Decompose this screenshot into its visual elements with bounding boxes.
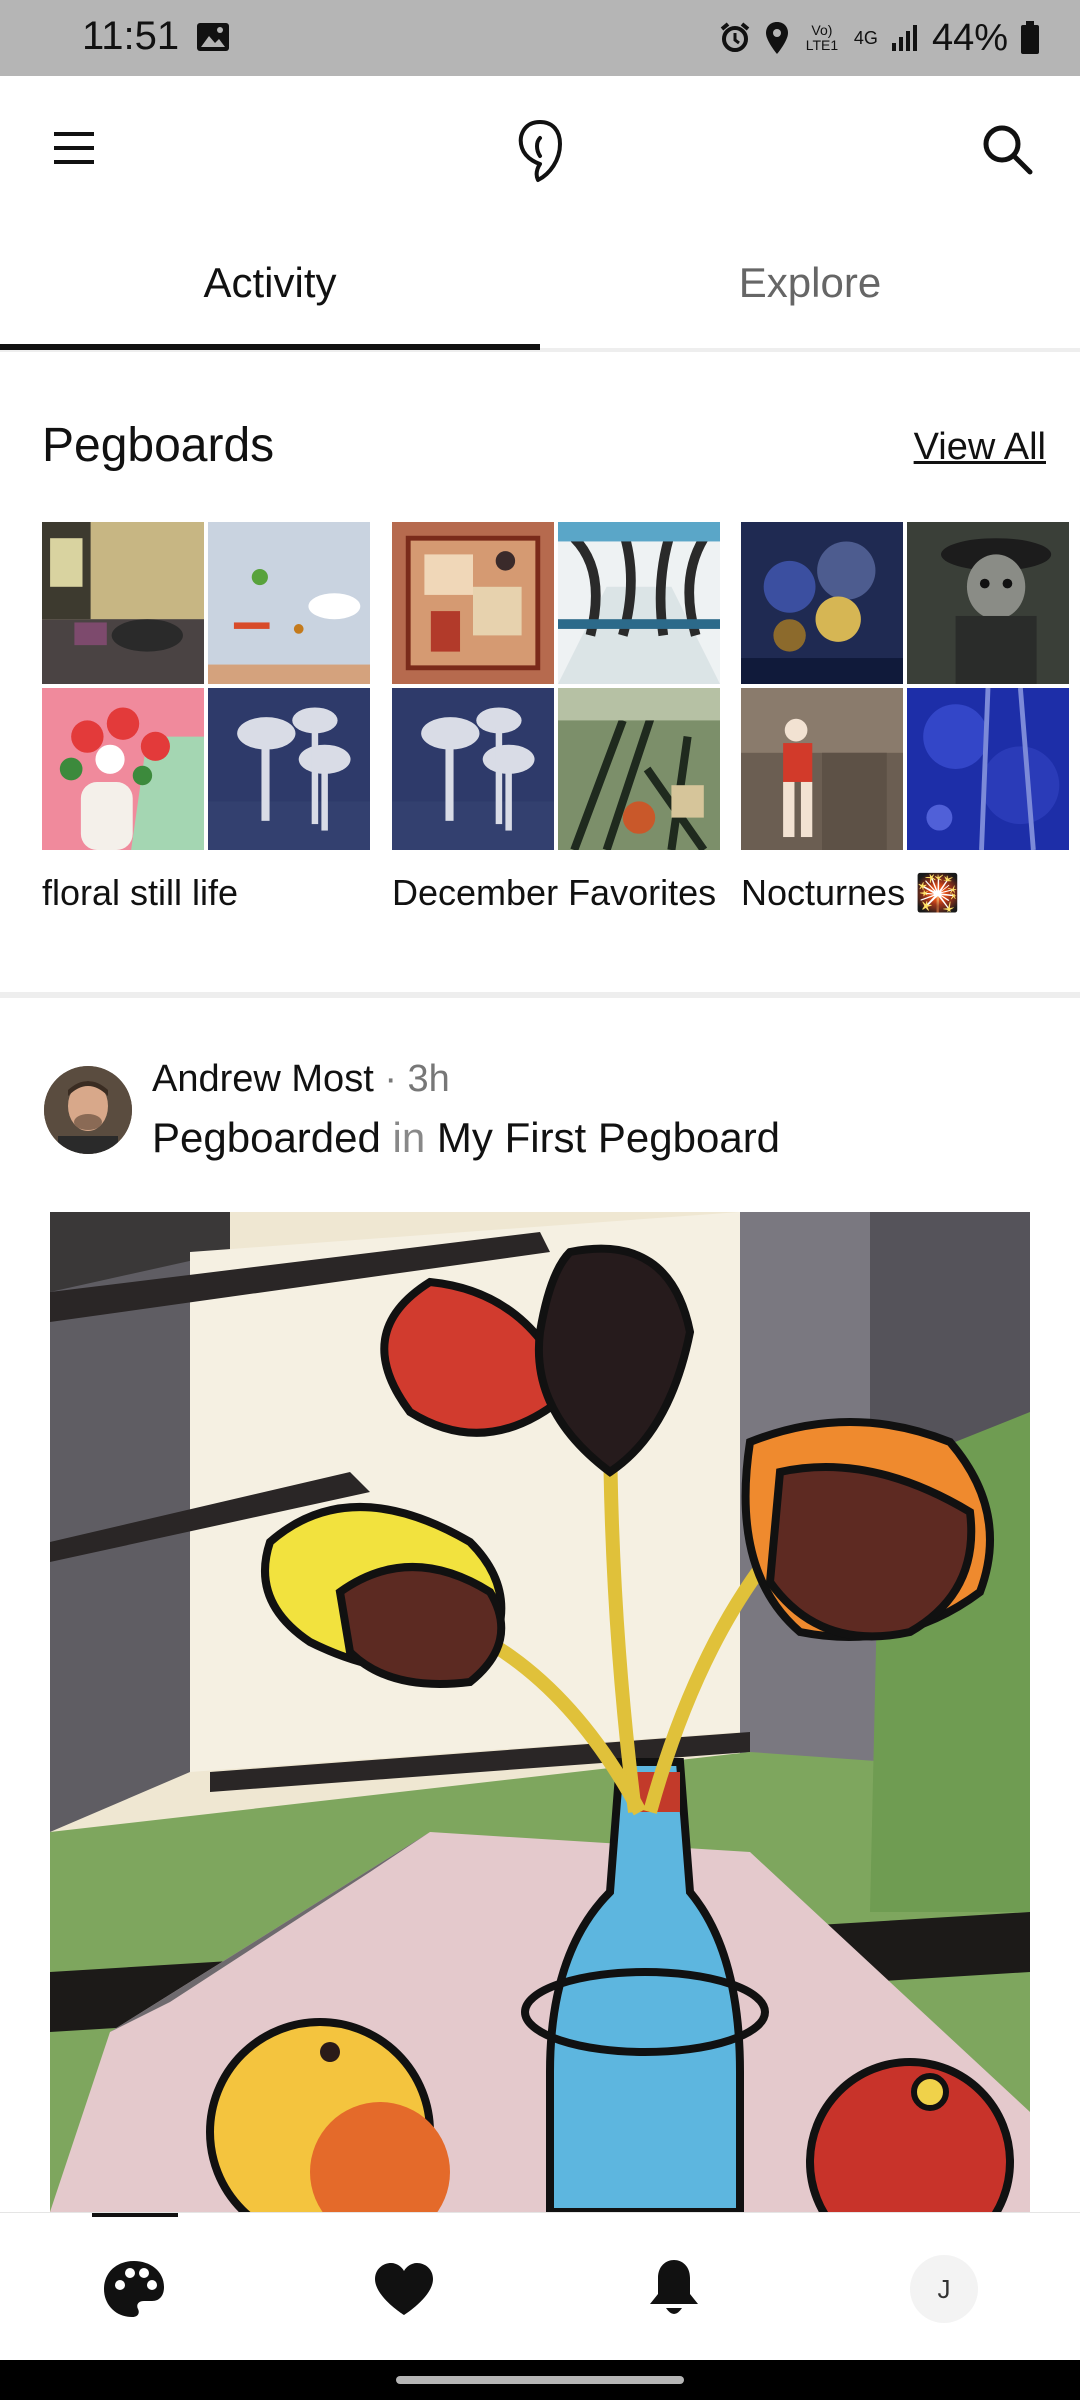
artwork-thumbnail <box>208 688 370 850</box>
network-type: 4G <box>853 27 878 48</box>
pegboard-card-floral-still-life[interactable]: floral still life <box>42 522 370 916</box>
tab-active-indicator <box>0 344 540 350</box>
section-divider <box>0 992 1080 998</box>
status-time: 11:51 <box>82 14 180 58</box>
artwork-thumbnail <box>741 522 903 684</box>
artwork-thumbnail <box>558 688 720 850</box>
post-action: Pegboarded <box>152 1114 381 1161</box>
tab-explore-label: Explore <box>738 259 882 306</box>
tab-activity[interactable]: Activity <box>0 220 540 346</box>
pegboard-name: floral still life <box>42 872 239 913</box>
hamburger-menu-icon[interactable] <box>50 126 98 170</box>
artwork-thumbnail <box>907 688 1069 850</box>
tab-activity-label: Activity <box>203 259 337 306</box>
nav-notifications[interactable] <box>632 2247 716 2331</box>
status-icons: Vo) LTE1 4G 44% <box>718 14 1040 62</box>
battery-icon <box>1021 21 1039 54</box>
bell-icon <box>650 2260 698 2314</box>
bottom-navigation: J <box>0 2212 1080 2361</box>
system-gesture-bar <box>0 2360 1080 2400</box>
post-header: Andrew Most · 3h <box>152 1058 450 1101</box>
post-preposition: in <box>392 1114 426 1161</box>
artwork-thumbnail <box>208 522 370 684</box>
artwork-thumbnail <box>42 522 204 684</box>
artwork-thumbnail <box>741 688 903 850</box>
post-artwork-image[interactable] <box>50 1212 1030 2212</box>
image-notification-icon <box>197 23 229 51</box>
nav-favorites[interactable] <box>362 2247 446 2331</box>
location-icon <box>765 22 788 54</box>
artwork-thumbnail <box>42 688 204 850</box>
app-bar <box>0 76 1080 220</box>
artwork-thumbnail <box>392 522 554 684</box>
pegboard-name: Nocturnes 🎇 <box>741 872 960 913</box>
home-gesture-handle[interactable] <box>396 2376 684 2384</box>
pegboard-name: December Favorites <box>392 872 717 913</box>
post-board-link[interactable]: My First Pegboard <box>437 1114 780 1161</box>
pegboard-thumbnail-grid <box>392 522 720 850</box>
post-description: Pegboarded in My First Pegboard <box>152 1114 780 1162</box>
signal-icon <box>891 25 917 51</box>
artwork-thumbnail <box>392 688 554 850</box>
avatar[interactable] <box>44 1066 132 1154</box>
artwork-thumbnail <box>558 522 720 684</box>
tab-explore[interactable]: Explore <box>540 220 1080 346</box>
post-separator: · <box>384 1058 408 1100</box>
pegboard-thumbnail-grid <box>741 522 1069 850</box>
feed-tabs: Activity Explore <box>0 220 1080 352</box>
view-all-link[interactable]: View All <box>914 426 1046 469</box>
profile-initial: J <box>937 2273 951 2304</box>
section-title: Pegboards <box>42 419 275 472</box>
status-bar: 11:51 Vo) LTE1 4G 44% <box>0 0 1080 76</box>
search-icon[interactable] <box>980 122 1034 176</box>
profile-avatar: J <box>910 2255 978 2323</box>
post-username[interactable]: Andrew Most <box>152 1058 374 1100</box>
pegboard-card-nocturnes[interactable]: Nocturnes 🎇 <box>741 522 1069 916</box>
pegboard-card-december-favorites[interactable]: December Favorites <box>392 522 720 916</box>
user-avatar-image <box>44 1066 132 1154</box>
pegboard-logo-icon[interactable] <box>510 116 570 186</box>
post-time: 3h <box>407 1058 450 1100</box>
pegboard-thumbnail-grid <box>42 522 370 850</box>
battery-percent: 44% <box>931 16 1008 59</box>
heart-icon <box>375 2263 433 2315</box>
nav-active-indicator <box>92 2213 178 2217</box>
volte-indicator: Vo) LTE1 <box>805 22 839 53</box>
artwork-thumbnail <box>907 522 1069 684</box>
nav-profile[interactable]: J <box>902 2247 986 2331</box>
nav-home[interactable] <box>92 2247 176 2331</box>
alarm-icon <box>720 22 750 52</box>
palette-icon <box>104 2261 164 2317</box>
